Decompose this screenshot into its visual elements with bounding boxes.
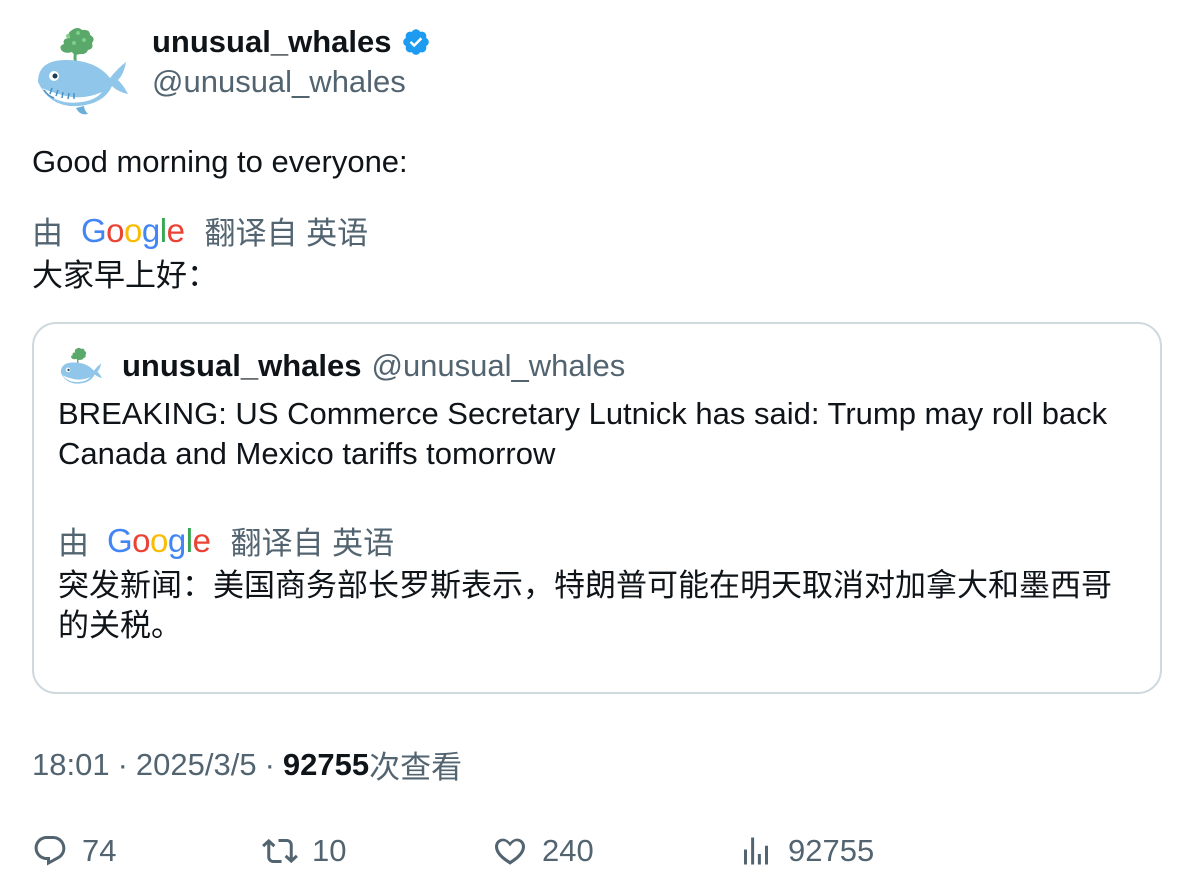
retweet-icon	[262, 838, 298, 864]
quoted-author-row: unusual_whales @unusual_whales	[122, 346, 625, 386]
google-logo: Google	[107, 521, 211, 559]
tweet-meta: 18:01 · 2025/3/5 · 92755 次查看	[32, 742, 462, 787]
views-button[interactable]: 92755	[738, 826, 874, 876]
verified-badge-icon	[403, 29, 430, 55]
translation-attribution[interactable]: 由 Google 翻译自 英语	[32, 208, 368, 253]
views-suffix: 次查看	[369, 750, 463, 785]
tweet-date[interactable]: 2025/3/5	[136, 747, 257, 783]
quoted-translated-text: 突发新闻：美国商务部长罗斯表示，特朗普可能在明天取消对加拿大和墨西哥的关税。	[58, 568, 1112, 643]
reply-icon	[34, 836, 66, 866]
whale-avatar-icon	[60, 347, 102, 384]
quoted-author-handle: @unusual_whales	[371, 348, 626, 383]
author-handle[interactable]: @unusual_whales	[152, 64, 406, 100]
quoted-tweet-card[interactable]: unusual_whales @unusual_whales BREAKING:…	[32, 322, 1162, 694]
translated-by-label: 由	[32, 216, 63, 251]
translated-by-label: 由	[58, 526, 89, 561]
views-action-count: 92755	[788, 833, 875, 868]
views-count: 92755	[282, 746, 370, 782]
like-count: 240	[542, 833, 594, 868]
google-logo: Google	[81, 211, 185, 249]
tweet-text: Good morning to everyone:	[32, 144, 408, 179]
action-bar: 74 10 240 92755	[32, 826, 1162, 876]
tweet-time[interactable]: 18:01	[32, 747, 110, 783]
like-button[interactable]: 240	[492, 826, 594, 876]
reply-count: 74	[82, 833, 117, 868]
meta-separator: ·	[264, 746, 275, 782]
author-display-name[interactable]: unusual_whales	[152, 24, 391, 60]
meta-separator: ·	[117, 746, 128, 782]
reply-button[interactable]: 74	[32, 826, 116, 876]
author-name-row[interactable]: unusual_whales	[152, 22, 431, 62]
translated-from-label: 翻译自 英语	[204, 216, 369, 251]
whale-avatar-icon	[38, 28, 128, 115]
tweet-translated-text: 大家早上好：	[32, 258, 218, 293]
quoted-translation-attribution[interactable]: 由 Google 翻译自 英语	[58, 518, 394, 563]
retweet-count: 10	[312, 833, 347, 868]
like-icon	[495, 838, 525, 865]
translated-from-label: 翻译自 英语	[230, 526, 395, 561]
quoted-author-avatar	[60, 347, 102, 384]
quoted-author-display-name: unusual_whales	[122, 348, 362, 383]
quoted-tweet-text: BREAKING: US Commerce Secretary Lutnick …	[58, 396, 1108, 471]
retweet-button[interactable]: 10	[262, 826, 346, 876]
author-avatar[interactable]	[32, 24, 128, 120]
views-icon	[744, 837, 768, 865]
